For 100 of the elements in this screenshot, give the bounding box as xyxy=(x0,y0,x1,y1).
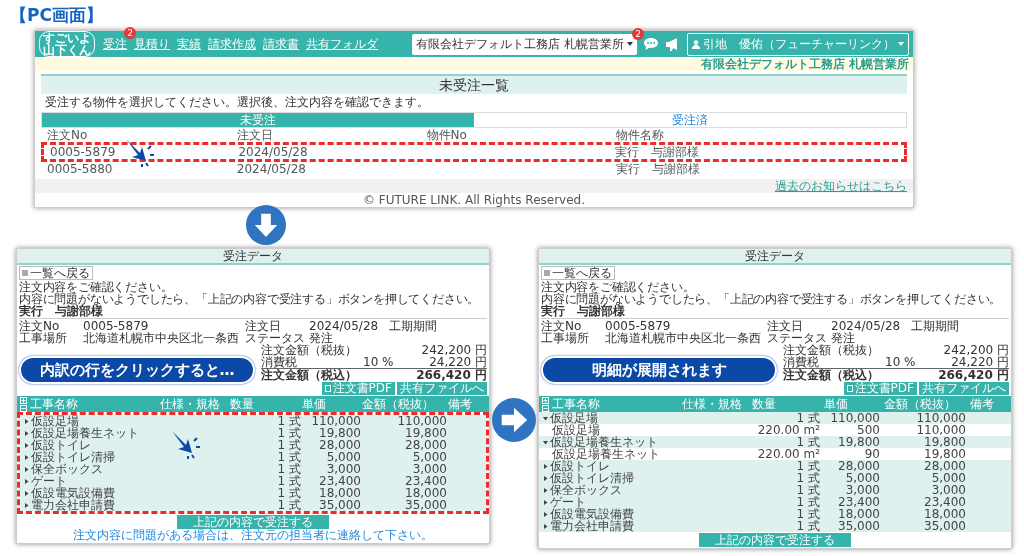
item-row[interactable]: 仮設電気設備費 1 式 18,000 18,000 xyxy=(20,487,486,499)
total-value: 242,200 円 xyxy=(420,344,487,356)
list-icon xyxy=(22,270,28,276)
item-name: 仮設トイレ xyxy=(550,460,610,472)
unit-price-cell-text: 23,400 xyxy=(318,475,362,487)
info-value: 北海道札幌市中央区北一条西 xyxy=(83,332,240,344)
amount-cell-text: 5,000 xyxy=(930,472,967,484)
minus-icon[interactable] xyxy=(20,404,27,412)
total-value: 242,200 円 xyxy=(942,344,1009,356)
column-header: 工事名称 xyxy=(30,398,78,410)
item-name: 仮設足場養生ネット xyxy=(552,448,660,460)
item-row[interactable]: ゲート 1 式 23,400 23,400 xyxy=(539,496,1011,508)
list-icon xyxy=(544,270,550,276)
item-row[interactable]: 仮設トイレ清掃 1 式 5,000 5,000 xyxy=(539,472,1011,484)
item-name: 仮設足場養生ネット xyxy=(550,436,658,448)
column-header: 物件名称 xyxy=(616,128,666,142)
user-icon xyxy=(692,39,700,49)
total-label: 注文金額（税込） xyxy=(261,369,357,381)
amount-cell-text: 19,800 xyxy=(923,448,967,460)
instruction-text: 受注する物件を選択してください。選択後、注文内容を確認できます。 xyxy=(44,94,430,110)
unit-price-cell-text: 18,000 xyxy=(318,487,362,499)
info-label: 工期期間 xyxy=(389,320,438,332)
quantity-cell-text: 1 式 xyxy=(795,520,821,532)
quantity-cell-text: 220.00 m² xyxy=(756,424,821,436)
item-row[interactable]: 電力会社申請費 1 式 35,000 35,000 xyxy=(539,520,1011,532)
item-row[interactable]: 仮設足場 1 式 110,000 110,000 xyxy=(539,412,1011,424)
info-label: 工期期間 xyxy=(911,320,960,332)
unit-price-cell-text: 35,000 xyxy=(837,520,881,532)
amount-cell-text: 18,000 xyxy=(404,487,448,499)
amount-cell-text: 110,000 xyxy=(915,412,967,424)
project-heading: 実行 与謝部様 xyxy=(19,305,487,319)
detail-row[interactable]: 仮設足場 220.00 m² 500 110,000 xyxy=(539,424,1011,436)
column-header: 数量 xyxy=(230,398,255,410)
quantity-cell-text: 1 式 xyxy=(276,463,302,475)
amount-cell-text: 23,400 xyxy=(404,475,448,487)
back-button[interactable]: 一覧へ戻る xyxy=(19,266,93,280)
amount-cell-text: 23,400 xyxy=(923,496,967,508)
item-row[interactable]: 電力会社申請費 1 式 35,000 35,000 xyxy=(20,499,486,511)
unit-price-cell-text: 18,000 xyxy=(837,508,881,520)
column-header: 注文No xyxy=(47,128,89,142)
count-badge: 2 xyxy=(632,28,644,40)
copyright-text: © FUTURE LINK. All Rights Reserved. xyxy=(361,193,587,207)
info-value: 北海道札幌市中央区北一条西 xyxy=(605,332,762,344)
click-pointer-icon xyxy=(170,429,202,459)
quantity-cell-text: 1 式 xyxy=(276,499,302,511)
unit-price-cell-text: 110,000 xyxy=(310,415,362,427)
item-row[interactable]: 仮設足場 1 式 110,000 110,000 xyxy=(20,415,486,427)
quantity-cell-text: 1 式 xyxy=(795,460,821,472)
item-row[interactable]: 仮設トイレ 1 式 28,000 28,000 xyxy=(20,439,486,451)
unit-price-cell-text: 5,000 xyxy=(844,472,881,484)
detail-row[interactable]: 仮設足場養生ネット 220.00 m² 90 19,800 xyxy=(539,448,1011,460)
total-label: 消費税 xyxy=(783,356,819,368)
amount-cell-text: 19,800 xyxy=(404,427,448,439)
quantity-cell-text: 1 式 xyxy=(795,496,821,508)
total-value: 266,420 円 xyxy=(415,369,487,381)
back-button[interactable]: 一覧へ戻る xyxy=(541,266,615,280)
amount-cell-text: 28,000 xyxy=(404,439,448,451)
item-name: 保全ボックス xyxy=(550,484,622,496)
item-row[interactable]: 保全ボックス 1 式 3,000 3,000 xyxy=(20,463,486,475)
quantity-cell-text: 1 式 xyxy=(795,508,821,520)
info-label: 工事場所 xyxy=(19,332,68,344)
item-row[interactable]: 仮設トイレ 1 式 28,000 28,000 xyxy=(539,460,1011,472)
amount-cell-text: 35,000 xyxy=(404,499,448,511)
minus-icon[interactable] xyxy=(542,404,549,412)
item-row[interactable]: 仮設足場養生ネット 1 式 19,800 19,800 xyxy=(539,436,1011,448)
info-label: 注文日 xyxy=(245,320,282,332)
callout-banner: 内訳の行をクリックすると… xyxy=(19,355,255,384)
plus-icon[interactable] xyxy=(542,396,549,404)
caret-icon xyxy=(627,42,633,46)
plus-icon[interactable] xyxy=(20,396,27,404)
order-no-cell-text: 0005-5879 xyxy=(50,145,117,159)
item-name: 電力会社申請費 xyxy=(550,520,634,532)
item-row[interactable]: 仮設電気設備費 1 式 18,000 18,000 xyxy=(539,508,1011,520)
unit-price-cell-text: 35,000 xyxy=(318,499,362,511)
item-row[interactable]: 仮設トイレ清掃 1 式 5,000 5,000 xyxy=(20,451,486,463)
unit-price-cell-text: 3,000 xyxy=(325,463,362,475)
item-name: 電力会社申請費 xyxy=(31,499,115,511)
unit-price-cell-text: 23,400 xyxy=(837,496,881,508)
project-heading: 実行 与謝部様 xyxy=(541,305,1009,319)
item-name: 仮設トイレ清掃 xyxy=(31,451,115,463)
quantity-cell-text: 1 式 xyxy=(795,484,821,496)
chat-bubble-icon[interactable] xyxy=(643,37,659,51)
item-row[interactable]: 保全ボックス 1 式 3,000 3,000 xyxy=(539,484,1011,496)
item-row[interactable]: ゲート 1 式 23,400 23,400 xyxy=(20,475,486,487)
caret-icon xyxy=(898,42,904,46)
amount-cell-text: 35,000 xyxy=(923,520,967,532)
order-no-cell-text: 0005-5880 xyxy=(47,162,114,176)
amount-cell-text: 5,000 xyxy=(411,451,448,463)
unit-price-cell-text: 3,000 xyxy=(844,484,881,496)
unit-price-cell-text: 500 xyxy=(856,424,881,436)
instruction-text: 注文内容をご確認ください。 xyxy=(541,281,696,293)
info-label: ステータス xyxy=(245,332,305,344)
info-value: 発注 xyxy=(831,332,855,344)
total-label: 注文金額（税抜） xyxy=(261,344,358,356)
date-cell-text: 2024/05/28 xyxy=(238,145,309,159)
column-header: 単価 xyxy=(302,398,327,410)
tax-rate: 10 % xyxy=(885,356,917,368)
quantity-cell-text: 220.00 m² xyxy=(756,448,821,460)
item-row[interactable]: 仮設足場養生ネット 1 式 19,800 19,800 xyxy=(20,427,486,439)
company-select[interactable]: 有限会社デフォルト工務店 札幌営業所 xyxy=(412,33,637,55)
